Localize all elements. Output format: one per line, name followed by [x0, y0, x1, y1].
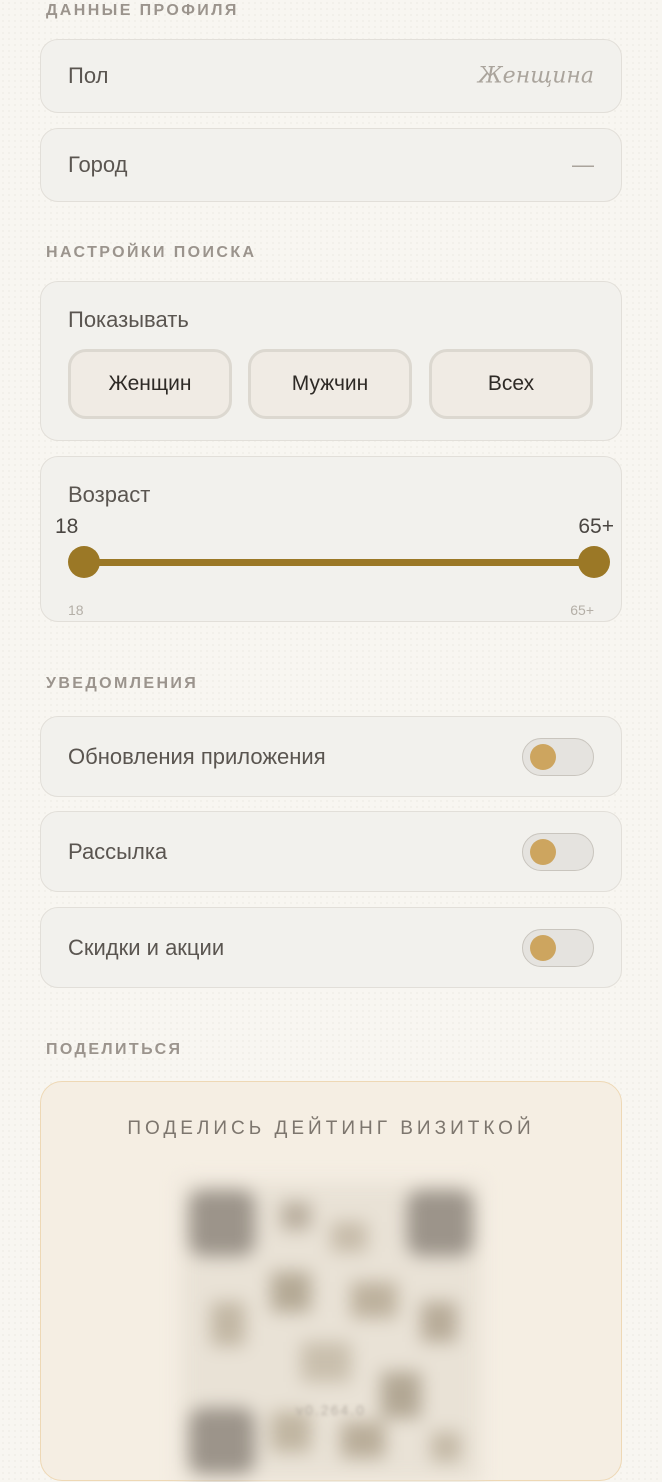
- section-title-share: ПОДЕЛИТЬСЯ: [46, 1041, 183, 1058]
- city-row[interactable]: Город —: [40, 128, 622, 202]
- notification-label-newsletter: Рассылка: [68, 838, 168, 864]
- toggle-updates[interactable]: [522, 737, 594, 776]
- toggle-discounts[interactable]: [522, 928, 594, 967]
- city-label: Город: [68, 152, 128, 177]
- gender-value: Женщина: [477, 63, 594, 89]
- section-title-search: НАСТРОЙКИ ПОИСКА: [46, 244, 257, 261]
- show-all-button[interactable]: Всех: [429, 349, 593, 419]
- city-value: —: [572, 152, 594, 177]
- age-slider-min-handle[interactable]: [68, 546, 100, 578]
- show-filter-card: Показывать Женщин Мужчин Всех: [40, 281, 622, 441]
- age-selected-min: 18: [55, 515, 79, 538]
- notification-label-updates: Обновления приложения: [68, 743, 326, 769]
- notification-row-discounts: Скидки и акции: [40, 907, 622, 988]
- age-range-min: 18: [68, 602, 84, 618]
- age-label: Возраст: [68, 482, 151, 507]
- gender-label: Пол: [68, 63, 109, 88]
- share-card: ПОДЕЛИСЬ ДЕЙТИНГ ВИЗИТКОЙ v0.264.0: [40, 1081, 622, 1482]
- show-women-button[interactable]: Женщин: [68, 349, 232, 419]
- toggle-knob: [530, 743, 556, 770]
- age-slider-track[interactable]: [84, 559, 594, 566]
- age-slider-max-handle[interactable]: [578, 546, 610, 578]
- show-label: Показывать: [68, 307, 189, 332]
- qr-code-icon[interactable]: [181, 1182, 481, 1482]
- notification-label-discounts: Скидки и акции: [68, 934, 225, 960]
- age-filter-card: Возраст 18 65+ 18 65+: [40, 456, 622, 622]
- gender-row[interactable]: Пол Женщина: [40, 39, 622, 113]
- show-men-button[interactable]: Мужчин: [248, 349, 412, 419]
- share-card-title: ПОДЕЛИСЬ ДЕЙТИНГ ВИЗИТКОЙ: [127, 1118, 535, 1139]
- notification-row-newsletter: Рассылка: [40, 811, 622, 892]
- section-title-profile: ДАННЫЕ ПРОФИЛЯ: [46, 2, 239, 19]
- version-label: v0.264.0: [296, 1402, 366, 1418]
- section-title-notifications: УВЕДОМЛЕНИЯ: [46, 675, 199, 692]
- notification-row-updates: Обновления приложения: [40, 716, 622, 797]
- toggle-knob: [530, 934, 556, 961]
- age-selected-max: 65+: [578, 515, 614, 538]
- age-range-max: 65+: [570, 602, 594, 618]
- toggle-knob: [530, 838, 556, 865]
- toggle-newsletter[interactable]: [522, 832, 594, 871]
